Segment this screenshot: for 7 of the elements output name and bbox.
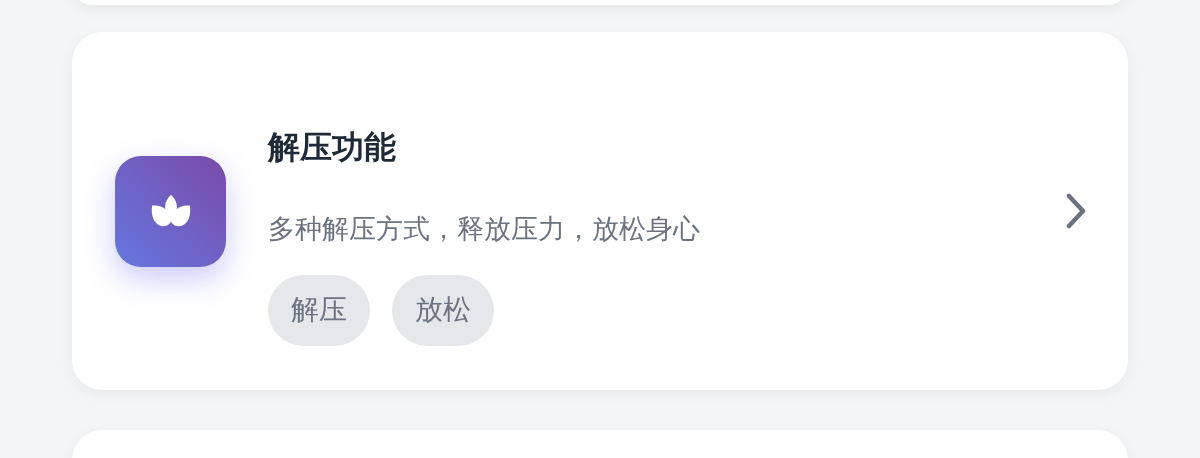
lotus-icon <box>115 155 226 267</box>
card-title: 解压功能 <box>268 126 397 167</box>
card-description: 多种解压方式，释放压力，放松身心 <box>268 211 701 246</box>
tag: 放松 <box>392 274 494 346</box>
feature-card[interactable]: 解压功能 多种解压方式，释放压力，放松身心 解压 放松 <box>72 32 1128 390</box>
tag: 解压 <box>268 274 370 346</box>
chevron-right-icon <box>1066 193 1086 229</box>
